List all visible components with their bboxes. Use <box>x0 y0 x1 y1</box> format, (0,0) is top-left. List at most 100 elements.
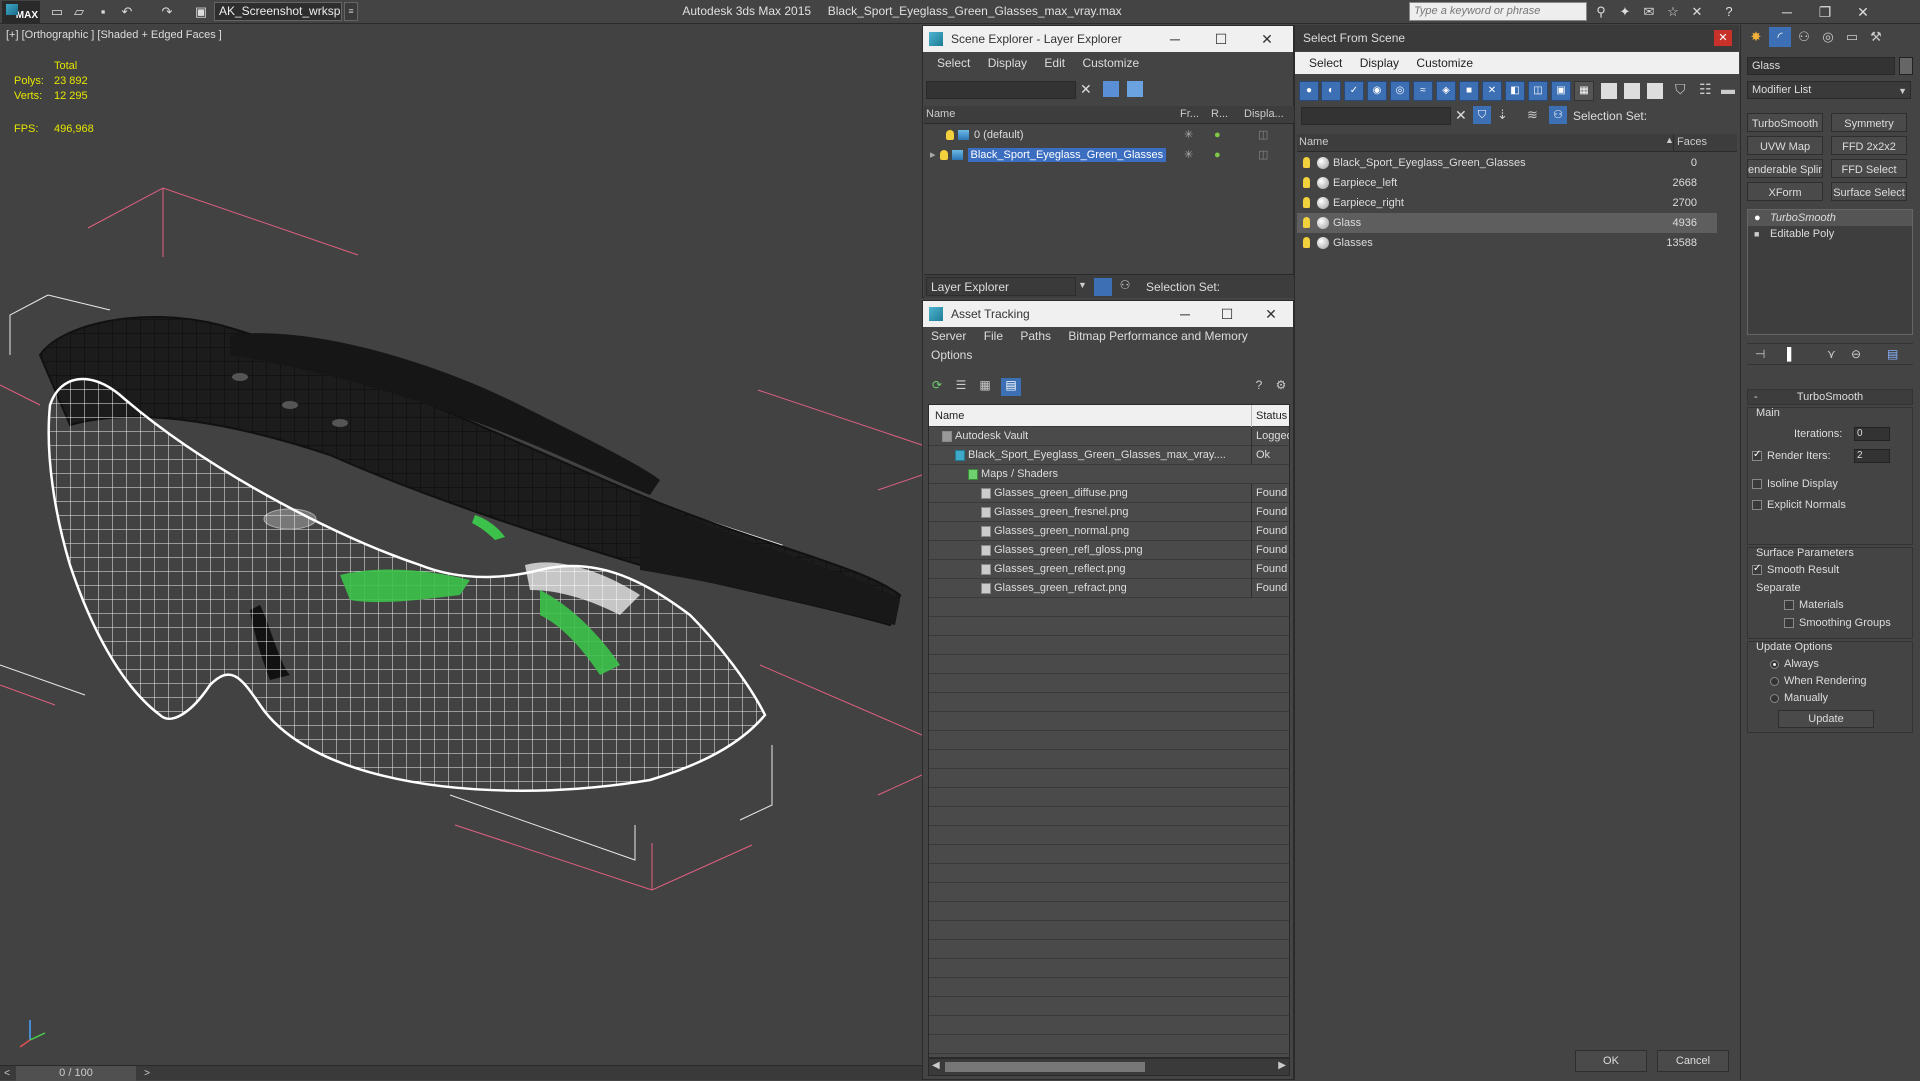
asset-row[interactable] <box>929 959 1289 978</box>
select-all-icon[interactable] <box>1601 83 1617 99</box>
manually-option[interactable]: Manually <box>1770 692 1828 704</box>
menu-edit[interactable]: Edit <box>1044 56 1065 70</box>
asset-row[interactable] <box>929 636 1289 655</box>
communication-icon[interactable]: ✉ <box>1640 3 1658 20</box>
binoculars-icon[interactable]: ⚲ <box>1592 3 1610 20</box>
filter-funnel-icon[interactable]: ⛉ <box>1675 81 1686 98</box>
ok-button[interactable]: OK <box>1575 1050 1647 1072</box>
col-asset-status[interactable]: Status <box>1251 405 1289 427</box>
clear-search-icon[interactable]: ✕ <box>1080 81 1092 98</box>
manually-radio[interactable] <box>1770 693 1779 703</box>
asset-row[interactable] <box>929 997 1289 1016</box>
snowflake-icon[interactable]: ✳ <box>1184 145 1193 165</box>
scene-object-row[interactable]: Black_Sport_Eyeglass_Green_Glasses 0 <box>1297 153 1717 173</box>
motion-tab-icon[interactable]: ◎ <box>1817 27 1839 47</box>
select-invert-icon[interactable] <box>1647 83 1663 99</box>
minimize-icon[interactable]: ─ <box>1153 26 1197 52</box>
orthographic-viewport[interactable]: [+] [Orthographic ] [Shaded + Edged Face… <box>0 25 922 1065</box>
collapse-icon[interactable]: ▬ <box>1721 81 1735 97</box>
asset-row[interactable] <box>929 750 1289 769</box>
filter-spacewarps-icon[interactable]: ≈ <box>1413 81 1433 101</box>
always-option[interactable]: Always <box>1770 658 1819 670</box>
scene-object-row[interactable]: Earpiece_left 2668 <box>1297 173 1717 193</box>
menu-display[interactable]: Display <box>988 56 1027 70</box>
menu-select[interactable]: Select <box>937 56 970 70</box>
layer-mode-icon[interactable] <box>1094 278 1112 296</box>
display-icon[interactable]: ◫ <box>1258 145 1268 165</box>
filter-groups-icon[interactable]: ◈ <box>1436 81 1456 101</box>
save-icon[interactable]: ▪ <box>94 3 112 20</box>
lightbulb-icon[interactable] <box>1303 177 1310 188</box>
timeline-next-button[interactable]: > <box>140 1066 154 1081</box>
lightbulb-icon[interactable] <box>1303 217 1310 228</box>
asset-row[interactable] <box>929 674 1289 693</box>
asset-row[interactable] <box>929 788 1289 807</box>
asset-row[interactable] <box>929 693 1289 712</box>
layer-row[interactable]: ▸ Black_Sport_Eyeglass_Green_Glasses ✳ ● … <box>924 145 1294 165</box>
asset-row[interactable]: Glasses_green_reflect.png Found <box>929 560 1289 579</box>
render-iters-spinner[interactable]: 2 <box>1854 449 1890 463</box>
col-asset-name[interactable]: Name <box>929 405 1247 427</box>
explicit-normals-option[interactable]: Explicit Normals <box>1752 499 1846 511</box>
modifier-stack[interactable]: ● TurboSmooth ■ Editable Poly <box>1747 209 1913 335</box>
redo-icon[interactable]: ↷ <box>158 3 176 20</box>
filter-active-icon[interactable]: ⛉ <box>1473 106 1491 124</box>
settings-icon[interactable]: ⚙ <box>1273 378 1289 394</box>
asset-row[interactable] <box>929 617 1289 636</box>
modify-tab-icon[interactable]: ◜ <box>1769 27 1791 47</box>
teapot-icon[interactable]: ● <box>1214 145 1221 165</box>
asset-row[interactable] <box>929 883 1289 902</box>
lightbulb-icon[interactable] <box>1303 197 1310 208</box>
menu-select[interactable]: Select <box>1309 56 1342 70</box>
utilities-tab-icon[interactable]: ⚒ <box>1865 27 1887 47</box>
table-view-icon[interactable]: ▤ <box>1001 378 1021 396</box>
expand-icon[interactable]: ■ <box>1754 226 1759 242</box>
close-icon[interactable]: ✕ <box>1714 30 1732 46</box>
asset-row[interactable]: Glasses_green_refract.png Found <box>929 579 1289 598</box>
filter-shapes-icon[interactable]: ◐ <box>1321 81 1341 101</box>
materials-option[interactable]: Materials <box>1784 599 1844 611</box>
modifier-button[interactable]: TurboSmooth <box>1747 113 1823 132</box>
col-name[interactable]: Name <box>1299 136 1328 148</box>
clear-search-icon[interactable]: ✕ <box>1455 107 1467 124</box>
make-unique-icon[interactable]: ⋎ <box>1827 347 1836 361</box>
workspace-menu-button[interactable]: ≡ <box>344 2 358 21</box>
menu-options[interactable]: Options <box>931 348 972 362</box>
asset-row[interactable] <box>929 921 1289 940</box>
glasses-wireframe-model[interactable] <box>0 25 922 1065</box>
pin-stack-icon[interactable]: ⊣ <box>1755 347 1765 361</box>
remove-modifier-icon[interactable]: ⊖ <box>1851 347 1861 361</box>
select-from-scene-titlebar[interactable]: Select From Scene <box>1295 25 1739 51</box>
open-file-icon[interactable]: ▱ <box>70 3 88 20</box>
menu-customize[interactable]: Customize <box>1416 56 1473 70</box>
smoothing-groups-checkbox[interactable] <box>1784 618 1794 629</box>
teapot-icon[interactable]: ● <box>1214 125 1221 145</box>
iterations-spinner[interactable]: 0 <box>1854 427 1890 441</box>
thumbnail-view-icon[interactable]: ▦ <box>977 378 993 394</box>
asset-row[interactable] <box>929 807 1289 826</box>
menu-server[interactable]: Server <box>931 329 966 343</box>
favorites-star-icon[interactable]: ☆ <box>1664 3 1682 20</box>
asset-row[interactable]: Glasses_green_normal.png Found <box>929 522 1289 541</box>
display-tab-icon[interactable]: ▭ <box>1841 27 1863 47</box>
project-folder-icon[interactable]: ▣ <box>192 3 210 20</box>
layer-row[interactable]: 0 (default) ✳ ● ◫ <box>924 125 1294 145</box>
object-name-field[interactable]: Glass <box>1747 57 1895 75</box>
asset-row[interactable]: Glasses_green_fresnel.png Found <box>929 503 1289 522</box>
col-faces[interactable]: Faces <box>1677 136 1707 148</box>
scroll-left-icon[interactable]: ◀ <box>932 1060 940 1071</box>
when-rendering-option[interactable]: When Rendering <box>1770 675 1867 687</box>
filter-icon[interactable] <box>1103 81 1119 97</box>
turbosmooth-rollout-header[interactable]: - TurboSmooth <box>1747 389 1913 405</box>
isoline-option[interactable]: Isoline Display <box>1752 478 1838 490</box>
filter-lights-icon[interactable]: ✓ <box>1344 81 1364 101</box>
select-from-scene-search-input[interactable] <box>1301 107 1451 125</box>
asset-row[interactable] <box>929 902 1289 921</box>
menu-display[interactable]: Display <box>1360 56 1399 70</box>
expand-arrow-icon[interactable]: ▸ <box>930 149 936 161</box>
lightbulb-icon[interactable] <box>1303 237 1310 248</box>
object-color-swatch[interactable] <box>1899 57 1913 75</box>
menu-bitmap-performance[interactable]: Bitmap Performance and Memory <box>1068 329 1247 343</box>
undo-icon[interactable]: ↶ <box>118 3 136 20</box>
smooth-result-checkbox[interactable] <box>1752 563 1762 576</box>
